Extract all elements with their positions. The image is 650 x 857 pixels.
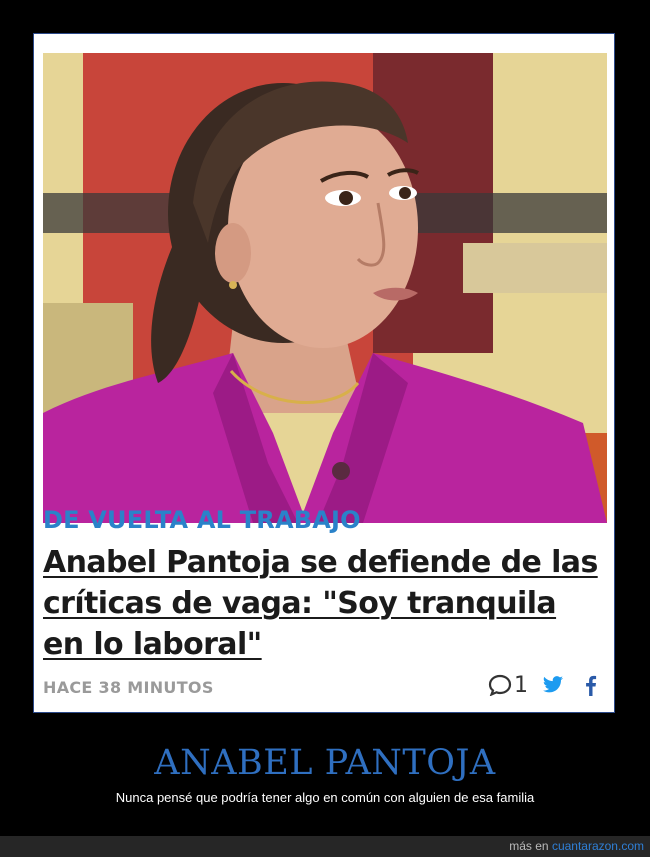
footer-text: más en cuantarazon.com <box>509 839 644 853</box>
footer-bar: más en cuantarazon.com <box>0 836 650 857</box>
article-headline[interactable]: Anabel Pantoja se defiende de las crític… <box>43 542 603 665</box>
article-timestamp: HACE 38 MINUTOS <box>43 678 214 697</box>
comment-count[interactable]: 1 <box>514 673 528 698</box>
facebook-icon[interactable] <box>584 674 597 696</box>
article-meta-row: HACE 38 MINUTOS 1 <box>43 670 603 700</box>
caption-subtitle: Nunca pensé que podría tener algo en com… <box>115 790 535 805</box>
comment-icon[interactable] <box>488 674 512 697</box>
meme-frame: DE VUELTA AL TRABAJO Anabel Pantoja se d… <box>33 33 615 713</box>
article-photo <box>43 53 607 523</box>
article-actions: 1 <box>488 670 603 700</box>
caption-title: ANABEL PANTOJA <box>154 743 496 783</box>
article-kicker[interactable]: DE VUELTA AL TRABAJO <box>43 506 361 534</box>
footer-prefix: más en <box>509 839 549 853</box>
footer-site-link[interactable]: cuantarazon.com <box>552 839 644 853</box>
woman-portrait-image <box>43 53 607 523</box>
twitter-icon[interactable] <box>542 675 564 695</box>
